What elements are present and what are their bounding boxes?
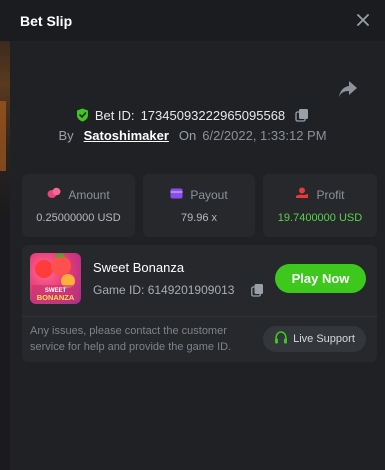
- bet-date: 6/2/2022, 1:33:12 PM: [202, 127, 327, 143]
- username-link[interactable]: Satoshimaker: [84, 128, 169, 143]
- live-support-label: Live Support: [293, 333, 355, 345]
- amount-label: Amount: [68, 187, 110, 202]
- divider: [22, 316, 377, 317]
- copy-icon[interactable]: [295, 108, 309, 122]
- coins-icon: [47, 187, 61, 202]
- play-now-button[interactable]: Play Now: [275, 264, 366, 293]
- bet-id-value: 17345093222965095568: [140, 107, 286, 123]
- game-id-label: Game ID:: [93, 283, 145, 297]
- support-help-text: Any issues, please contact the customer …: [30, 325, 232, 353]
- profit-label: Profit: [316, 187, 345, 202]
- by-label: By: [58, 127, 74, 143]
- shield-check-icon: [76, 108, 89, 122]
- profit-value: 19.7400000 USD: [277, 212, 363, 224]
- game-id: Game ID: 6149201909013: [93, 283, 234, 297]
- bet-id-row: Bet ID: 17345093222965095568: [0, 105, 385, 125]
- headset-icon: [274, 330, 288, 348]
- live-support-button[interactable]: Live Support: [263, 326, 366, 352]
- close-icon[interactable]: [353, 10, 373, 30]
- share-icon[interactable]: [337, 79, 359, 99]
- amount-value: 0.25000000 USD: [36, 212, 121, 224]
- copy-icon[interactable]: [251, 283, 264, 297]
- payout-label: Payout: [190, 187, 228, 202]
- on-label: On: [178, 127, 197, 143]
- game-card: SWEET BONANZA Sweet Bonanza Game ID: 614…: [22, 245, 377, 362]
- stat-payout: Payout 79.96 x: [143, 174, 255, 237]
- profit-hand-icon: [295, 187, 309, 202]
- stat-profit: Profit 19.7400000 USD: [263, 174, 377, 237]
- bet-slip-header: Bet Slip: [0, 0, 385, 41]
- bet-stats: Amount 0.25000000 USD Payout 79.96 x Pro…: [22, 174, 377, 237]
- bet-slip-title: Bet Slip: [20, 12, 73, 29]
- game-id-value: 6149201909013: [147, 283, 235, 297]
- stat-amount: Amount 0.25000000 USD: [22, 174, 135, 237]
- payout-value: 79.96 x: [180, 211, 218, 224]
- bet-meta-row: By Satoshimaker On 6/2/2022, 1:33:12 PM: [0, 125, 385, 145]
- bet-id-label: Bet ID:: [94, 107, 135, 123]
- game-thumbnail[interactable]: SWEET BONANZA: [30, 253, 81, 304]
- wallet-icon: [170, 188, 183, 202]
- game-name: Sweet Bonanza: [93, 260, 185, 275]
- thumb-title-bottom: BONANZA: [37, 293, 75, 302]
